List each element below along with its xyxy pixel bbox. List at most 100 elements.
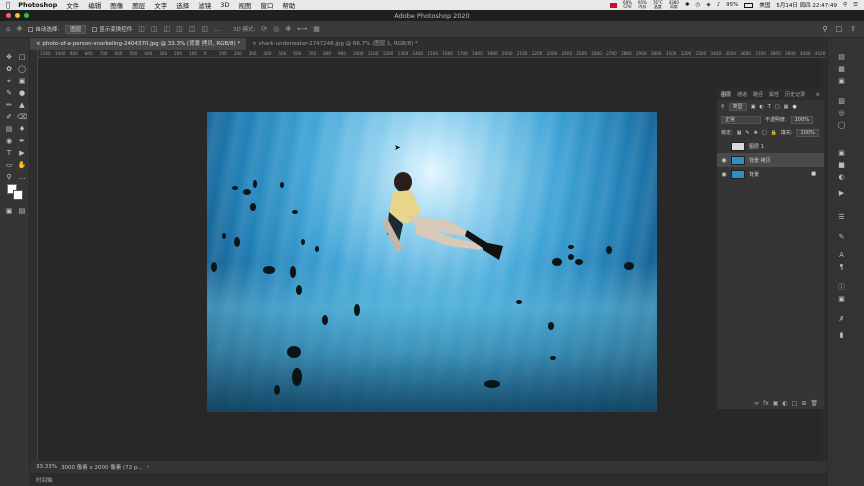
status-arrow-icon[interactable]: › bbox=[147, 464, 149, 470]
rotate-3d-icon[interactable]: ⟳ bbox=[261, 25, 267, 33]
control-center-icon[interactable]: ☰ bbox=[853, 2, 858, 8]
crop-tool-icon[interactable]: ⌖ bbox=[4, 76, 14, 86]
filter-toggle-icon[interactable]: ● bbox=[792, 104, 796, 110]
lasso-tool-icon[interactable]: ✿ bbox=[4, 64, 14, 74]
battery-icon[interactable] bbox=[744, 2, 754, 8]
align-center-icon[interactable]: ◫ bbox=[151, 25, 158, 33]
menu-help[interactable]: 帮助 bbox=[282, 0, 295, 10]
menu-select[interactable]: 选择 bbox=[176, 0, 189, 10]
menu-filter[interactable]: 滤镜 bbox=[198, 0, 211, 10]
filter-adjustment-icon[interactable]: ◐ bbox=[759, 104, 763, 110]
more-options-icon[interactable]: … bbox=[214, 25, 221, 33]
menu-image[interactable]: 图像 bbox=[110, 0, 123, 10]
properties-panel-icon[interactable]: ☰ bbox=[836, 212, 847, 223]
color-panel-icon[interactable]: ▤ bbox=[836, 52, 847, 63]
type-tool-icon[interactable]: T bbox=[4, 148, 14, 158]
menu-edit[interactable]: 编辑 bbox=[88, 0, 101, 10]
share-icon[interactable]: ⇧ bbox=[850, 25, 856, 33]
quick-mask-icon[interactable]: ▣ bbox=[4, 206, 14, 216]
scale-3d-icon[interactable]: ▦ bbox=[313, 25, 320, 33]
marquee-tool-icon[interactable]: □ bbox=[17, 52, 27, 62]
roll-3d-icon[interactable]: ◎ bbox=[273, 25, 279, 33]
layer-item[interactable]: ◉ 背景 ■ bbox=[717, 167, 824, 181]
menu-type[interactable]: 文字 bbox=[154, 0, 167, 10]
gradients-panel-icon[interactable]: ▣ bbox=[836, 76, 847, 87]
layers-panel-icon[interactable]: ▨ bbox=[836, 96, 847, 107]
wifi-icon[interactable]: ◈ bbox=[706, 2, 710, 8]
history-panel-icon[interactable]: ▣ bbox=[836, 148, 847, 159]
add-mask-icon[interactable]: ▣ bbox=[773, 400, 779, 407]
lock-position-icon[interactable]: ✥ bbox=[754, 130, 758, 136]
clock-icon[interactable]: ◷ bbox=[696, 2, 701, 8]
show-transform-checkbox[interactable]: 显示变换控件 bbox=[92, 25, 132, 33]
document-image[interactable] bbox=[207, 112, 657, 412]
align-right-icon[interactable]: ◫ bbox=[163, 25, 170, 33]
channels-panel-icon[interactable]: ◎ bbox=[836, 108, 847, 119]
frame-tool-icon[interactable]: ▣ bbox=[17, 76, 27, 86]
workspace-icon[interactable]: □ bbox=[836, 25, 843, 33]
input-locale[interactable]: 美国 bbox=[759, 1, 770, 9]
filter-shape-icon[interactable]: □ bbox=[775, 104, 780, 110]
new-group-icon[interactable]: □ bbox=[792, 400, 798, 407]
menu-view[interactable]: 视图 bbox=[238, 0, 251, 10]
pen-tool-icon[interactable]: ✒ bbox=[17, 136, 27, 146]
delete-layer-icon[interactable]: 🗑 bbox=[810, 400, 818, 407]
eye-icon[interactable]: ◉ bbox=[717, 171, 731, 178]
history-brush-tool-icon[interactable]: ✐ bbox=[4, 112, 14, 122]
character-panel-icon[interactable]: A bbox=[836, 250, 847, 261]
tab-history[interactable]: 历史记录 bbox=[785, 91, 805, 98]
more-tools-icon[interactable]: … bbox=[17, 172, 27, 182]
home-icon[interactable]: ⌂ bbox=[6, 25, 10, 33]
gradient-tool-icon[interactable]: ▤ bbox=[4, 124, 14, 134]
minimize-window-button[interactable] bbox=[15, 13, 20, 18]
healing-tool-icon[interactable]: ● bbox=[17, 88, 27, 98]
brush-panel-icon[interactable]: ✎ bbox=[836, 232, 847, 243]
blend-mode-dropdown[interactable]: 正常 bbox=[721, 115, 761, 124]
clone-source-icon[interactable]: ▮ bbox=[836, 330, 847, 341]
menu-layer[interactable]: 图层 bbox=[132, 0, 145, 10]
eraser-tool-icon[interactable]: ⌫ bbox=[17, 112, 27, 122]
layer-item-selected[interactable]: ◉ 背景 拷贝 bbox=[717, 153, 824, 167]
swatches-panel-icon[interactable]: ▦ bbox=[836, 64, 847, 75]
align-bottom-icon[interactable]: ◫ bbox=[201, 25, 208, 33]
adjustments-panel-icon[interactable]: ◐ bbox=[836, 172, 847, 183]
paragraph-panel-icon[interactable]: ¶ bbox=[836, 262, 847, 273]
brush-tool-icon[interactable]: ✏ bbox=[4, 100, 14, 110]
path-select-tool-icon[interactable]: ▶ bbox=[17, 148, 27, 158]
filter-smart-icon[interactable]: ▦ bbox=[784, 104, 789, 110]
tab-properties[interactable]: 属性 bbox=[769, 91, 779, 98]
zoom-tool-icon[interactable]: ⚲ bbox=[4, 172, 14, 182]
lock-artboard-icon[interactable]: □ bbox=[762, 130, 767, 136]
menu-3d[interactable]: 3D bbox=[220, 1, 229, 9]
document-info[interactable]: 3000 像素 x 2000 像素 (72 p... bbox=[61, 463, 143, 471]
tab-channels[interactable]: 通道 bbox=[737, 91, 747, 98]
background-color-swatch[interactable] bbox=[13, 190, 23, 200]
blur-tool-icon[interactable]: ♦ bbox=[17, 124, 27, 134]
battery-percent[interactable]: 95% bbox=[726, 2, 738, 8]
move-tool-icon[interactable]: ✥ bbox=[4, 52, 14, 62]
adjustment-layer-icon[interactable]: ◐ bbox=[782, 400, 787, 407]
search-icon[interactable]: ⚲ bbox=[822, 25, 827, 33]
hand-tool-icon[interactable]: ✋ bbox=[17, 160, 27, 170]
info-panel-icon[interactable]: ⓘ bbox=[836, 282, 847, 293]
libraries-panel-icon[interactable]: ■ bbox=[836, 160, 847, 171]
app-menu[interactable]: Photoshop bbox=[18, 1, 57, 9]
drag-3d-icon[interactable]: ✥ bbox=[285, 25, 291, 33]
tab-snorkeling-document[interactable]: × photo-of-a-person-snorkeling-2404370.j… bbox=[30, 38, 247, 50]
tab-layers[interactable]: 图层 bbox=[721, 91, 731, 98]
datetime[interactable]: 5月14日 周四 22:47:49 bbox=[776, 1, 837, 9]
screen-mode-icon[interactable]: ▤ bbox=[17, 206, 27, 216]
lock-paint-icon[interactable]: ✎ bbox=[745, 130, 749, 136]
auto-select-checkbox[interactable]: 自动选择: bbox=[28, 25, 59, 33]
fill-input[interactable]: 100% bbox=[796, 128, 819, 137]
new-layer-icon[interactable]: ⊞ bbox=[801, 400, 806, 407]
eye-icon[interactable]: ◉ bbox=[717, 157, 731, 164]
apple-icon[interactable]:  bbox=[6, 1, 10, 9]
align-left-icon[interactable]: ◫ bbox=[138, 25, 145, 33]
paths-panel-icon[interactable]: ◯ bbox=[836, 120, 847, 131]
align-top-icon[interactable]: ◫ bbox=[176, 25, 183, 33]
timeline-label[interactable]: 时间轴 bbox=[36, 476, 53, 484]
eyedropper-tool-icon[interactable]: ✎ bbox=[4, 88, 14, 98]
opacity-input[interactable]: 100% bbox=[790, 115, 813, 124]
lock-pixels-icon[interactable]: ▦ bbox=[737, 130, 742, 136]
